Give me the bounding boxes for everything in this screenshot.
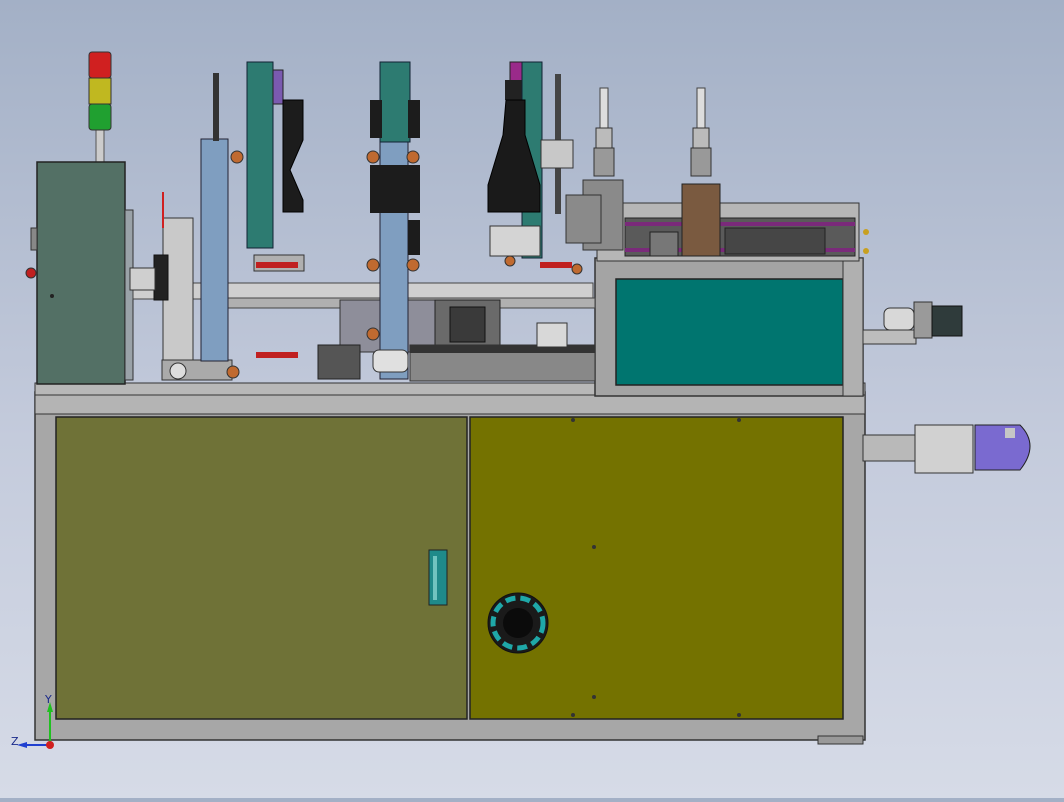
cabinet-door-right xyxy=(469,416,844,720)
blue-plate-left xyxy=(200,73,244,379)
cabinet-door-left xyxy=(55,416,468,720)
camera-unit-3 xyxy=(487,61,602,275)
triad-y-label: Y xyxy=(44,693,52,706)
cylinder-right xyxy=(681,87,721,257)
cad-viewport[interactable]: Z Y xyxy=(0,0,1064,798)
triad-z-label: Z xyxy=(11,735,19,748)
signal-tower xyxy=(88,51,112,165)
guard-panel xyxy=(594,257,864,397)
cad-drawing: Z Y xyxy=(11,51,1031,749)
camera-unit-1 xyxy=(246,61,305,272)
control-box xyxy=(25,161,134,385)
cooling-fan xyxy=(487,592,549,654)
lift-cylinder-right xyxy=(862,424,1031,474)
servo-motor-right xyxy=(862,301,963,345)
linear-module-top xyxy=(596,202,869,262)
